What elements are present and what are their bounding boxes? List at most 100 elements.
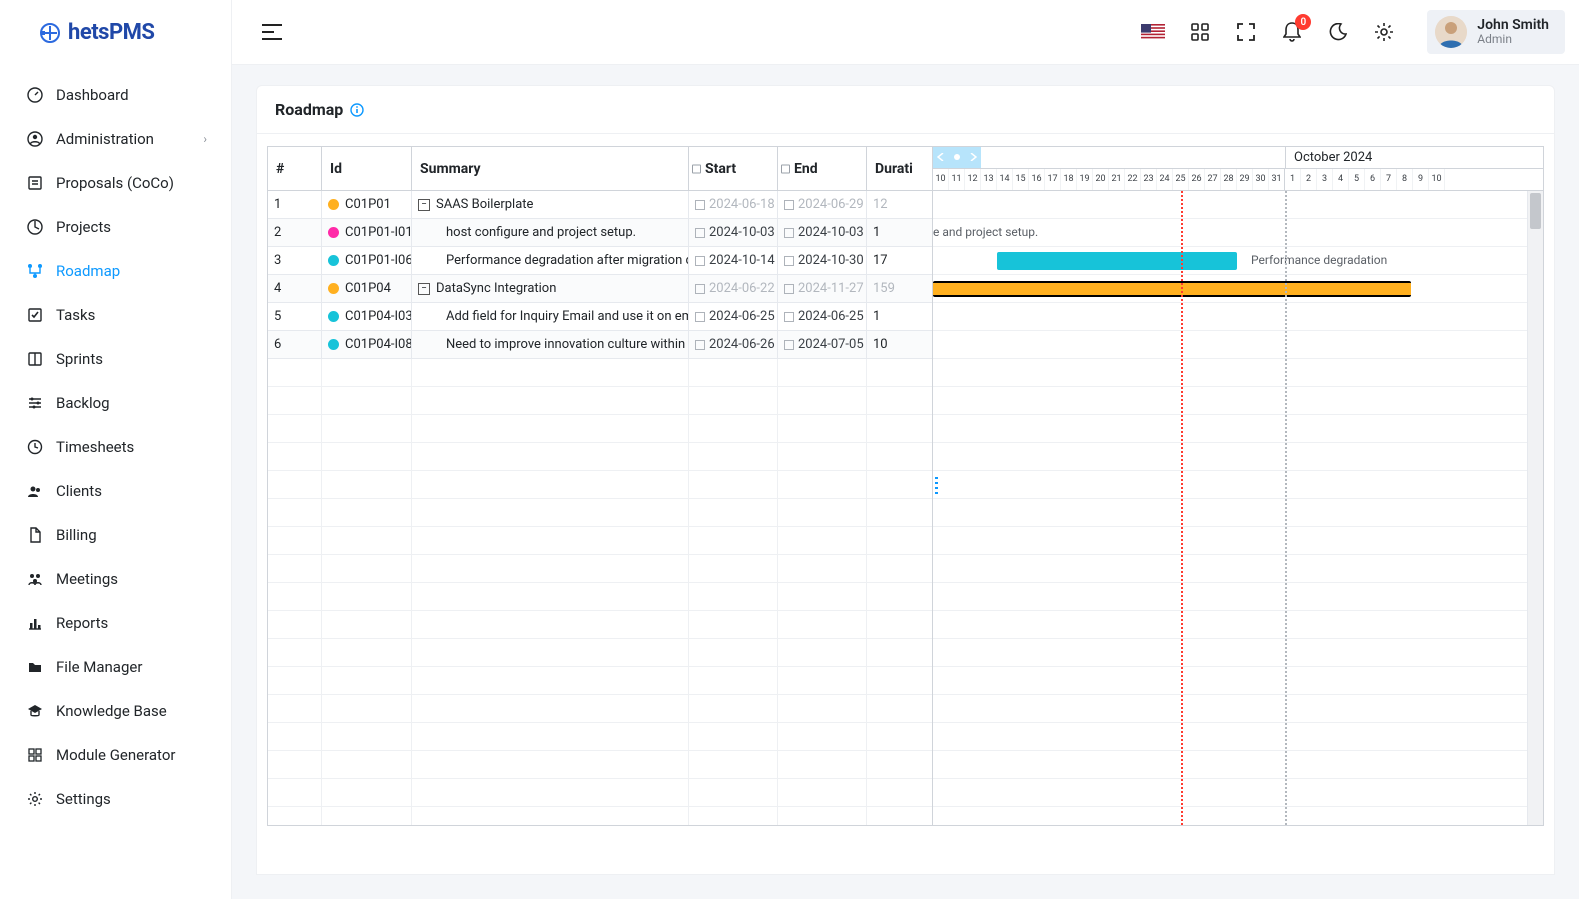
grid-row[interactable]: 3C01P01-I06Performance degradation after…: [268, 247, 932, 275]
grid-header: # Id Summary Start End Durati: [268, 147, 932, 191]
brand-logo[interactable]: hetsPMS: [0, 0, 231, 65]
timeline-days: 1011121314151617181920212223242526272829…: [933, 169, 1543, 190]
cell-start[interactable]: 2024-06-26: [689, 331, 778, 358]
cell-end[interactable]: 2024-06-25: [778, 303, 867, 330]
scrollbar-thumb[interactable]: [1530, 193, 1541, 229]
grid-empty-row: [268, 387, 932, 415]
timeline-next-button[interactable]: [965, 147, 981, 168]
sidebar-toggle[interactable]: [256, 16, 288, 48]
timeline-row: [933, 415, 1527, 443]
sidebar-item-billing[interactable]: Billing: [0, 513, 231, 557]
bar-chart-icon: [24, 615, 46, 631]
logo-icon: [38, 21, 62, 45]
dark-mode-toggle[interactable]: [1327, 21, 1349, 43]
cell-end[interactable]: 2024-06-29: [778, 191, 867, 218]
fullscreen-button[interactable]: [1235, 21, 1257, 43]
status-dot-icon: [328, 227, 339, 238]
timeline-month-a: [981, 147, 1285, 168]
cell-end[interactable]: 2024-10-30: [778, 247, 867, 274]
timeline-day: 20: [1093, 169, 1109, 190]
timeline-day: 18: [1061, 169, 1077, 190]
checkbox-icon: [784, 200, 794, 210]
grid-row[interactable]: 4C01P04−DataSync Integration2024-06-2220…: [268, 275, 932, 303]
notifications-button[interactable]: 0: [1281, 21, 1303, 43]
timeline-day: 31: [1269, 169, 1285, 190]
timeline-row: [933, 639, 1527, 667]
sidebar-item-projects[interactable]: Projects: [0, 205, 231, 249]
cell-start[interactable]: 2024-10-03: [689, 219, 778, 246]
main-area: 0 John Smith Admin Roadmap: [232, 0, 1579, 899]
cell-end[interactable]: 2024-10-03: [778, 219, 867, 246]
pane-splitter[interactable]: [933, 471, 940, 501]
timeline-day: 26: [1189, 169, 1205, 190]
sidebar-item-label: Meetings: [56, 570, 118, 588]
roadmap-icon: [24, 263, 46, 279]
gantt-bar[interactable]: [997, 252, 1237, 270]
cell-start[interactable]: 2024-06-22: [689, 275, 778, 302]
timeline-prev-button[interactable]: [933, 147, 949, 168]
sidebar-item-settings[interactable]: Settings: [0, 777, 231, 821]
sidebar-item-backlog[interactable]: Backlog: [0, 381, 231, 425]
timeline-day: 23: [1141, 169, 1157, 190]
grid-header-start[interactable]: Start: [689, 147, 778, 190]
cell-duration: 12: [867, 191, 931, 218]
sidebar-item-knowledge-base[interactable]: Knowledge Base: [0, 689, 231, 733]
grid-row[interactable]: 1C01P01−SAAS Boilerplate2024-06-182024-0…: [268, 191, 932, 219]
timeline-row: [933, 275, 1527, 303]
timeline-scrollbar[interactable]: [1527, 191, 1543, 825]
grid-header-id[interactable]: Id: [322, 147, 412, 190]
cell-end[interactable]: 2024-11-27: [778, 275, 867, 302]
sidebar-item-label: Module Generator: [56, 746, 175, 764]
grid-row[interactable]: 5C01P04-I03Add field for Inquiry Email a…: [268, 303, 932, 331]
grid-empty-row: [268, 555, 932, 583]
timeline-day: 15: [1013, 169, 1029, 190]
settings-button[interactable]: [1373, 21, 1395, 43]
collapse-toggle[interactable]: −: [418, 283, 430, 295]
language-flag[interactable]: [1141, 24, 1165, 40]
sidebar-item-reports[interactable]: Reports: [0, 601, 231, 645]
grid-row[interactable]: 6C01P04-I08Need to improve innovation cu…: [268, 331, 932, 359]
sidebar-item-roadmap[interactable]: Roadmap: [0, 249, 231, 293]
timeline-row: [933, 807, 1527, 825]
grid-row[interactable]: 2C01P01-I01host configure and project se…: [268, 219, 932, 247]
collapse-toggle[interactable]: −: [418, 199, 430, 211]
timeline-day: 22: [1125, 169, 1141, 190]
timeline-day: 24: [1157, 169, 1173, 190]
cell-start[interactable]: 2024-06-25: [689, 303, 778, 330]
grid-header-duration[interactable]: Durati: [867, 147, 931, 190]
sidebar-item-clients[interactable]: Clients: [0, 469, 231, 513]
file-icon: [24, 527, 46, 543]
page-info-button[interactable]: [349, 102, 365, 118]
timeline-today-button[interactable]: [949, 147, 965, 168]
cell-start[interactable]: 2024-10-14: [689, 247, 778, 274]
proposal-icon: [24, 175, 46, 191]
timeline-body[interactable]: e and project setup.Performance degradat…: [933, 191, 1543, 825]
timeline-day: 14: [997, 169, 1013, 190]
checkbox-icon: [784, 340, 794, 350]
cell-id: C01P04-I03: [322, 303, 412, 330]
sidebar-item-label: Clients: [56, 482, 102, 500]
sidebar-item-dashboard[interactable]: Dashboard: [0, 73, 231, 117]
cell-start[interactable]: 2024-06-18: [689, 191, 778, 218]
cell-end[interactable]: 2024-07-05: [778, 331, 867, 358]
topbar: 0 John Smith Admin: [232, 0, 1579, 65]
sidebar-item-sprints[interactable]: Sprints: [0, 337, 231, 381]
sidebar-item-administration[interactable]: Administration›: [0, 117, 231, 161]
sidebar-item-tasks[interactable]: Tasks: [0, 293, 231, 337]
apps-button[interactable]: [1189, 21, 1211, 43]
sidebar-item-meetings[interactable]: Meetings: [0, 557, 231, 601]
timeline-row: Performance degradation: [933, 247, 1527, 275]
gantt-bar[interactable]: [933, 281, 1411, 297]
grid-header-summary[interactable]: Summary: [412, 147, 689, 190]
grid-header-end[interactable]: End: [778, 147, 867, 190]
sidebar: hetsPMS DashboardAdministration›Proposal…: [0, 0, 232, 899]
cell-summary: Performance degradation after migration …: [412, 247, 689, 274]
user-menu[interactable]: John Smith Admin: [1427, 10, 1565, 54]
sidebar-item-timesheets[interactable]: Timesheets: [0, 425, 231, 469]
sidebar-item-proposals-coco-[interactable]: Proposals (CoCo): [0, 161, 231, 205]
grid-header-num[interactable]: #: [268, 147, 322, 190]
chevron-right-icon: ›: [203, 132, 207, 146]
sidebar-item-module-generator[interactable]: Module Generator: [0, 733, 231, 777]
sidebar-item-file-manager[interactable]: File Manager: [0, 645, 231, 689]
cell-num: 1: [268, 191, 322, 218]
